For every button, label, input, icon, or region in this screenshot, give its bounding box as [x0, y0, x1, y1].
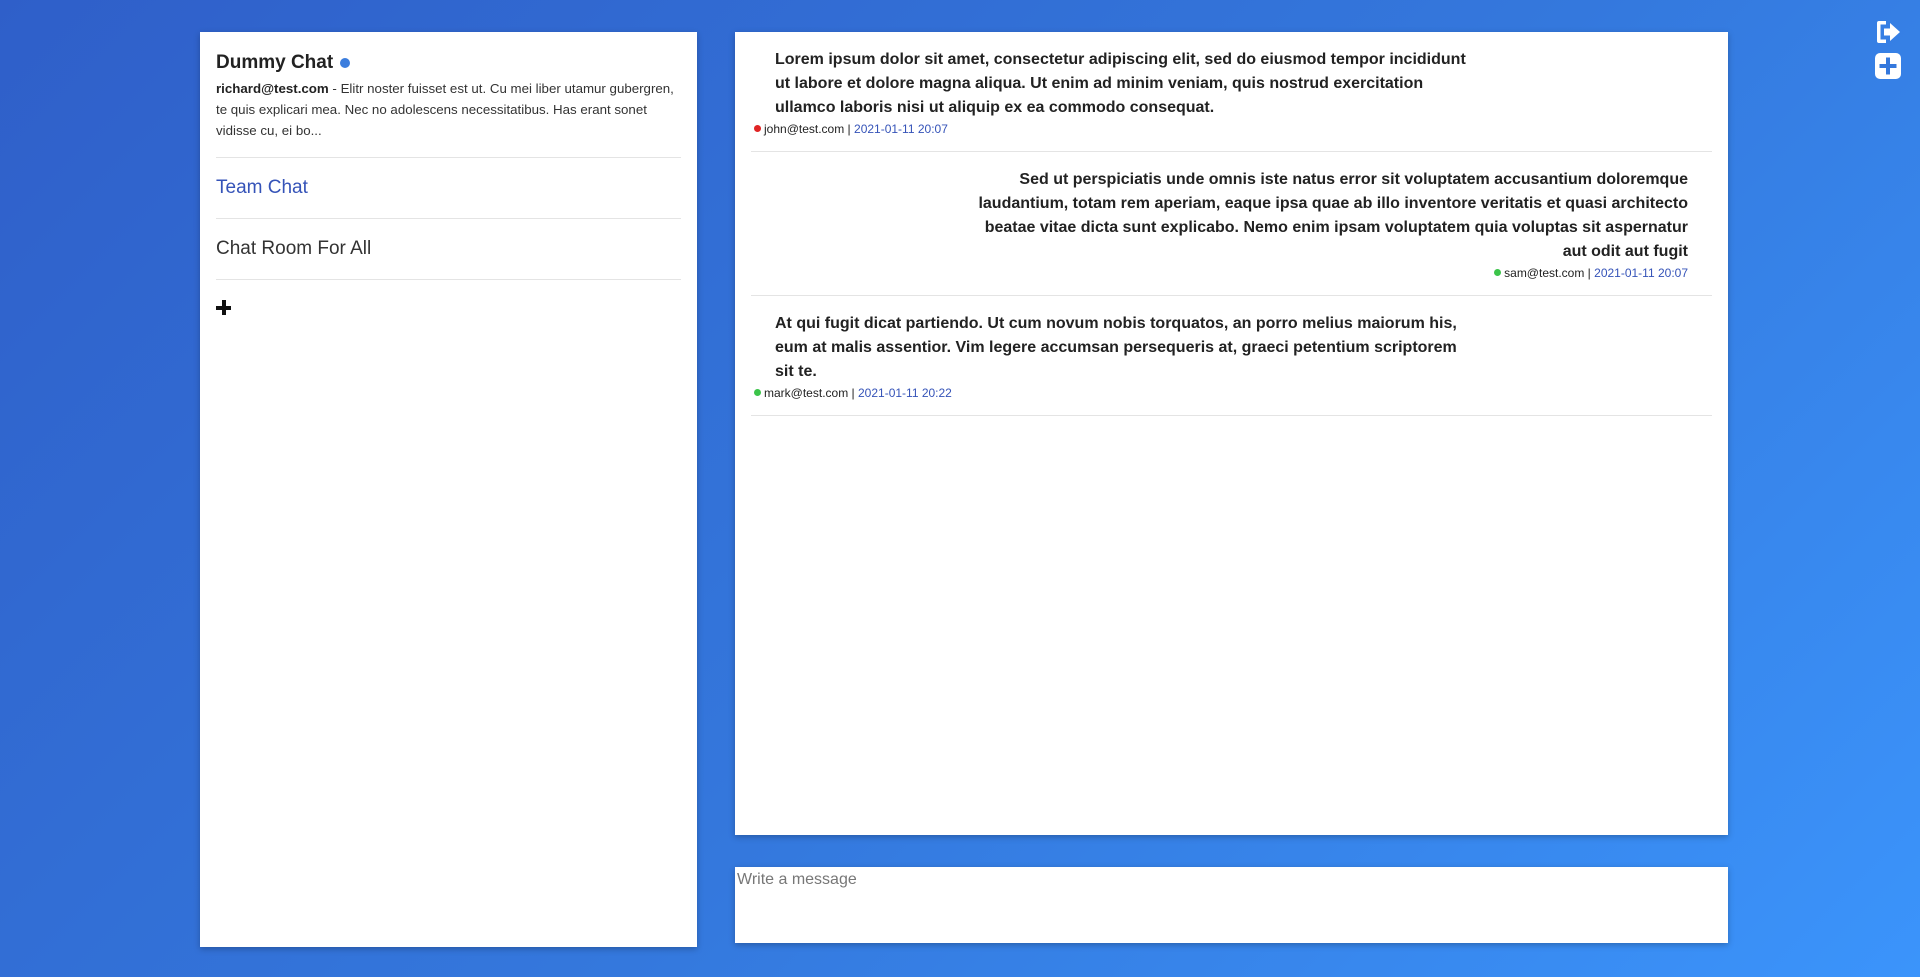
message-item: Sed ut perspiciatis unde omnis iste natu… — [751, 152, 1712, 296]
online-status-icon — [340, 58, 351, 68]
meta-separator: | — [844, 122, 855, 136]
author-status-icon — [754, 389, 761, 396]
app-title: Dummy Chat — [216, 52, 334, 73]
message-meta: sam@test.com | 2021-01-11 20:07 — [775, 265, 1688, 281]
user-profile: richard@test.com - Elitr noster fuisset … — [216, 78, 681, 158]
message-input[interactable] — [735, 867, 1728, 943]
message-timestamp: 2021-01-11 20:07 — [1594, 266, 1688, 280]
top-right-actions — [1874, 18, 1902, 80]
message-meta: john@test.com | 2021-01-11 20:07 — [754, 121, 1688, 137]
message-author: mark@test.com — [764, 386, 849, 400]
plus-square-icon[interactable] — [1874, 52, 1902, 80]
room-item-chat-room-for-all[interactable]: Chat Room For All — [216, 219, 681, 280]
profile-separator: - — [328, 81, 341, 96]
message-author: sam@test.com — [1504, 266, 1585, 280]
meta-separator: | — [1584, 266, 1595, 280]
message-meta: mark@test.com | 2021-01-11 20:22 — [754, 385, 1688, 401]
message-text: Lorem ipsum dolor sit amet, consectetur … — [775, 51, 1466, 116]
user-email: richard@test.com — [216, 81, 329, 96]
meta-separator: | — [848, 386, 858, 400]
logout-icon[interactable] — [1874, 18, 1902, 46]
message-timestamp: 2021-01-11 20:07 — [854, 122, 948, 136]
author-status-icon — [754, 125, 761, 132]
message-timestamp: 2021-01-11 20:22 — [858, 386, 952, 400]
app-header: Dummy Chat — [216, 50, 681, 76]
message-item: At qui fugit dicat partiendo. Ut cum nov… — [751, 296, 1712, 416]
sidebar: Dummy Chat richard@test.com - Elitr nost… — [200, 32, 697, 947]
message-list[interactable]: Lorem ipsum dolor sit amet, consectetur … — [735, 32, 1728, 835]
message-author: john@test.com — [764, 122, 845, 136]
message-text: At qui fugit dicat partiendo. Ut cum nov… — [775, 315, 1457, 380]
room-item-team-chat[interactable]: Team Chat — [216, 158, 681, 219]
message-item: Lorem ipsum dolor sit amet, consectetur … — [751, 32, 1712, 152]
add-room-button[interactable] — [216, 300, 232, 316]
author-status-icon — [1494, 269, 1502, 276]
message-text: Sed ut perspiciatis unde omnis iste natu… — [978, 171, 1688, 260]
